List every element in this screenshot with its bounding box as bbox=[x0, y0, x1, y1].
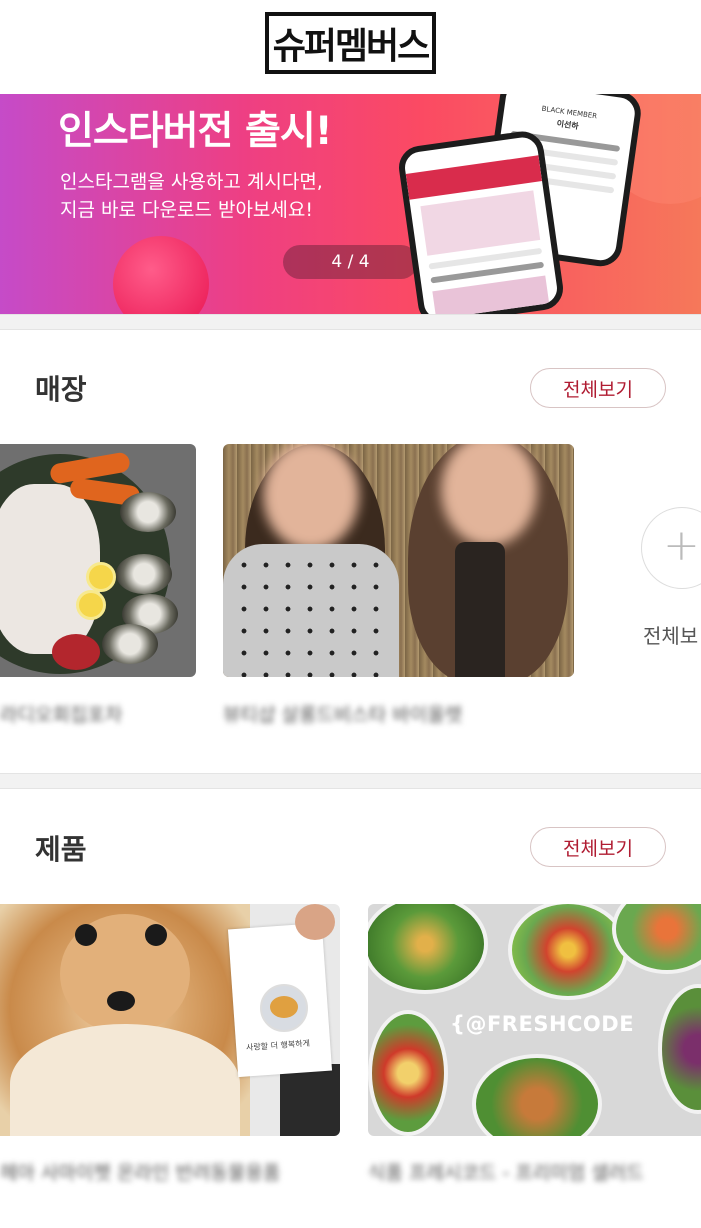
phone-mockup bbox=[396, 128, 566, 314]
paw-icon bbox=[270, 996, 298, 1018]
section-divider bbox=[0, 314, 701, 330]
logo-text: 슈퍼멤버스 bbox=[272, 26, 431, 67]
promo-banner[interactable]: 인스타버전 출시! 인스타그램을 사용하고 계시다면, 지금 바로 다운로드 받… bbox=[0, 94, 701, 314]
products-view-all-button[interactable]: 전체보기 bbox=[530, 827, 666, 867]
decor-circle bbox=[113, 236, 209, 314]
app-header: 슈퍼멤버스 bbox=[0, 0, 701, 94]
freshcode-logo: {@FRESHCODE bbox=[450, 1012, 635, 1036]
banner-title: 인스타버전 출시! bbox=[58, 109, 333, 154]
product-card-image[interactable]: 사랑할 더 행복하게 bbox=[0, 904, 340, 1136]
product-caption[interactable]: 헤아 사마이펫 온라인 반려동물용품 bbox=[0, 1158, 280, 1185]
banner-subtitle: 인스타그램을 사용하고 계시다면, 지금 바로 다운로드 받아보세요! bbox=[60, 168, 323, 224]
logo[interactable]: 슈퍼멤버스 bbox=[265, 12, 436, 74]
banner-subtitle-line: 지금 바로 다운로드 받아보세요! bbox=[60, 199, 313, 221]
dog-eye bbox=[75, 924, 97, 946]
store-caption[interactable]: 라디오회집포차 bbox=[0, 700, 122, 727]
dog-eye bbox=[145, 924, 167, 946]
product-caption[interactable]: 식품 프레시코드 - 프리미엄 샐러드 bbox=[368, 1158, 644, 1185]
plus-icon: + bbox=[663, 520, 700, 571]
banner-subtitle-line: 인스타그램을 사용하고 계시다면, bbox=[60, 171, 323, 193]
more-stores-label[interactable]: 전체보 bbox=[643, 620, 698, 649]
stores-view-all-button[interactable]: 전체보기 bbox=[530, 368, 666, 408]
brand-name: FRESHCODE bbox=[486, 1012, 635, 1036]
stores-title: 매장 bbox=[35, 373, 87, 406]
section-divider bbox=[0, 773, 701, 789]
product-card-image[interactable]: {@FRESHCODE bbox=[368, 904, 701, 1136]
store-card-image[interactable] bbox=[223, 444, 574, 677]
store-card-image[interactable] bbox=[0, 444, 196, 677]
store-caption[interactable]: 뷰티샵 살롱드비스타 바이올렛 bbox=[223, 700, 462, 727]
banner-pager: 4 / 4 bbox=[283, 245, 418, 279]
products-title: 제품 bbox=[35, 833, 87, 866]
